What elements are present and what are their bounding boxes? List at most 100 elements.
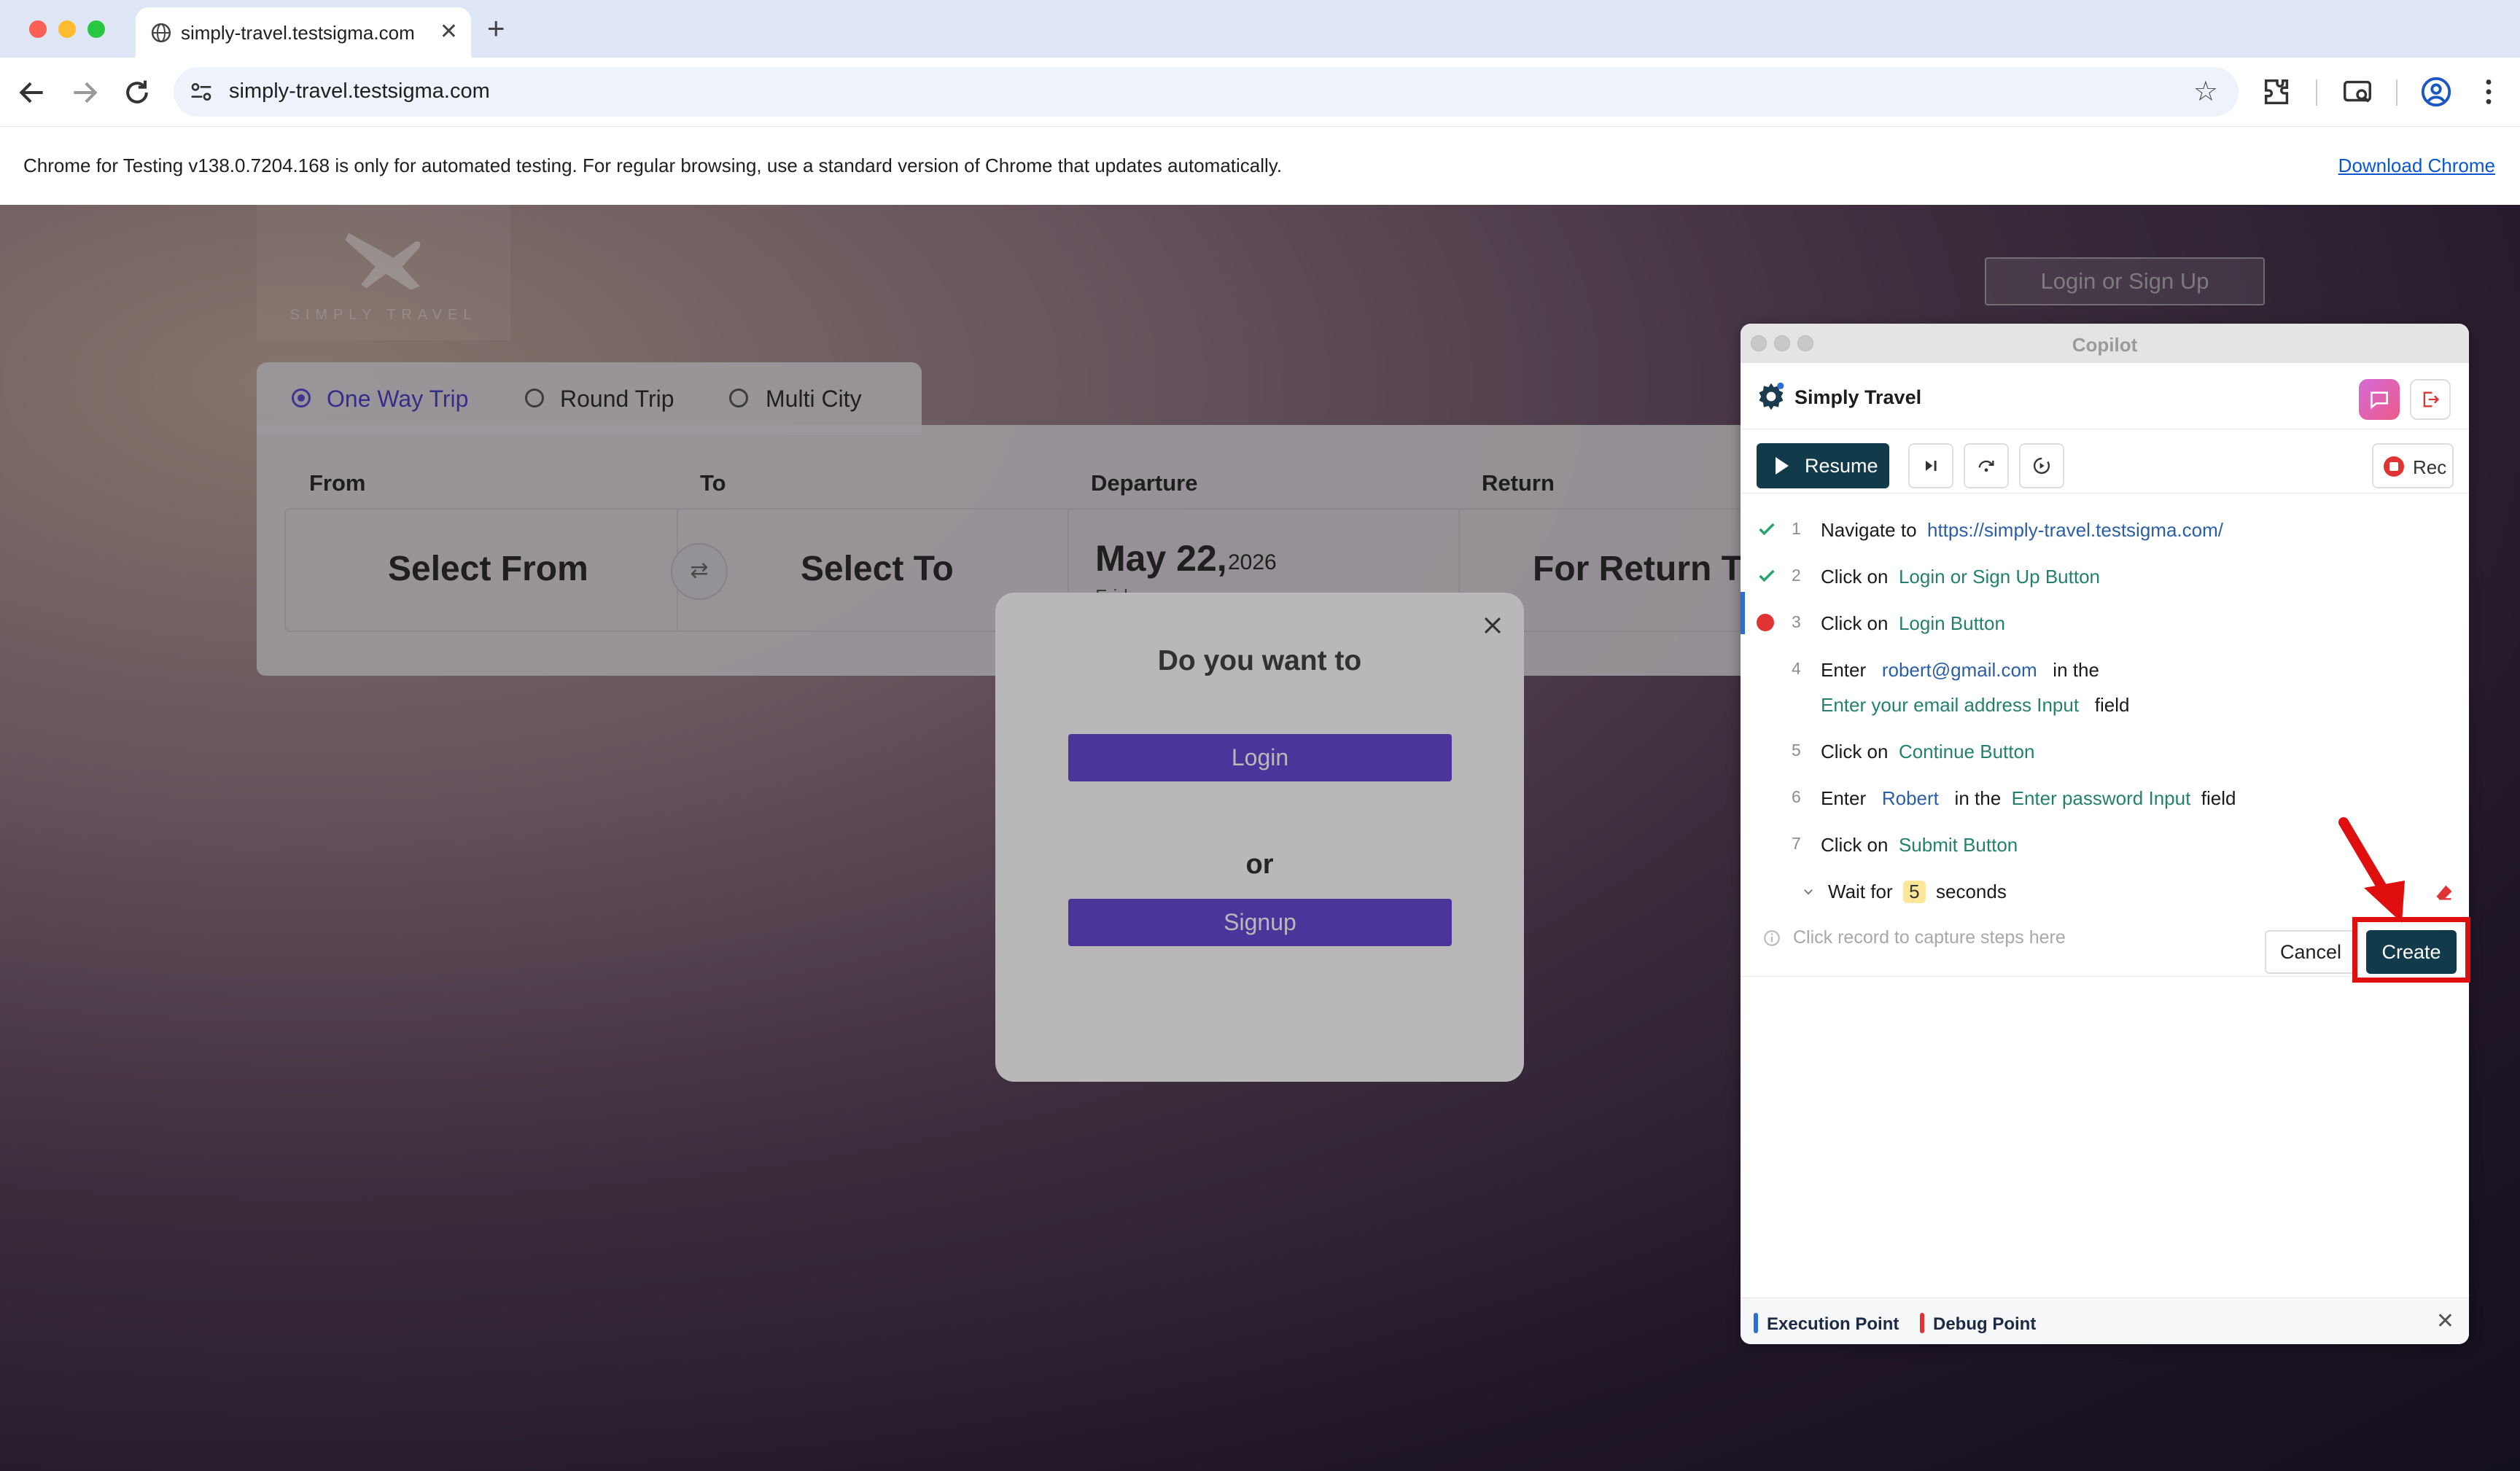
toolbar-divider [2316, 79, 2317, 106]
step-element[interactable]: Login Button [1899, 612, 2005, 634]
copilot-header: Simply Travel [1741, 363, 2469, 429]
departure-year: 2026 [1228, 550, 1277, 574]
copilot-title: Copilot [2072, 334, 2138, 356]
trip-type-selector: One Way Trip Round Trip Multi City [257, 362, 922, 435]
to-field[interactable]: Select To [801, 549, 954, 589]
reload-icon[interactable] [121, 77, 153, 109]
step-suffix: field [2201, 787, 2236, 809]
multi-city-radio[interactable] [729, 389, 748, 407]
wait-suffix: seconds [1935, 881, 2007, 902]
annotation-highlight-box [2352, 917, 2470, 983]
browser-tab-bar: simply-travel.testsigma.com ✕ + [0, 0, 2520, 58]
wait-seconds-value[interactable]: 5 [1903, 881, 1926, 903]
to-column-label: To [700, 470, 726, 496]
copilot-legend-footer: Execution Point Debug Point ✕ [1741, 1298, 2469, 1344]
record-icon [2384, 456, 2404, 477]
profile-icon[interactable] [2419, 75, 2453, 109]
bookmark-star-icon[interactable]: ☆ [2193, 77, 2218, 106]
round-trip-radio[interactable] [525, 389, 544, 407]
close-window-button[interactable] [29, 20, 47, 38]
step-number: 7 [1792, 834, 1801, 853]
resume-button[interactable]: Resume [1757, 443, 1889, 488]
step-action: Enter [1821, 659, 1867, 681]
departure-column-label: Departure [1091, 470, 1198, 496]
step-into-button[interactable] [1964, 443, 2009, 488]
step-element[interactable]: Enter your email address Input [1821, 694, 2079, 716]
from-field[interactable]: Select From [388, 549, 588, 589]
step-number: 4 [1792, 659, 1801, 678]
eraser-icon[interactable] [2433, 882, 2455, 902]
step-connector: in the [1954, 787, 2002, 809]
record-hint-text: Click record to capture steps here [1793, 927, 2066, 948]
tab-close-icon[interactable]: ✕ [440, 19, 458, 44]
info-bar-message: Chrome for Testing v138.0.7204.168 is on… [23, 155, 1283, 176]
copilot-controls: Resume Rec [1741, 429, 2469, 493]
modal-signup-button[interactable]: Signup [1068, 899, 1452, 946]
menu-kebab-icon[interactable] [2472, 75, 2505, 109]
step-value[interactable]: Robert [1882, 787, 1939, 809]
tab-title: simply-travel.testsigma.com [181, 22, 415, 44]
extensions-icon[interactable] [2260, 75, 2294, 109]
logo-text: SIMPLY TRAVEL [289, 307, 478, 323]
from-column-label: From [309, 470, 366, 496]
cast-search-icon[interactable] [2341, 75, 2374, 109]
back-icon[interactable] [16, 77, 48, 109]
new-tab-plus-icon[interactable]: + [487, 10, 505, 47]
chat-bubble-icon [2371, 391, 2388, 410]
step-action: Enter [1821, 787, 1867, 809]
breakpoint-dot-icon[interactable] [1757, 614, 1774, 631]
return-column-label: Return [1482, 470, 1555, 496]
minimize-window-button[interactable] [58, 20, 76, 38]
airplane-logo-icon [345, 233, 421, 290]
search-fields-row: Select From ⇄ Select To May 22, 2026 Fri… [284, 508, 1786, 632]
cancel-button[interactable]: Cancel [2265, 930, 2357, 974]
step-action: Click on [1821, 834, 1889, 856]
check-icon [1759, 569, 1775, 582]
step-value[interactable]: https://simply-travel.testsigma.com/ [1927, 519, 2223, 541]
step-element[interactable]: Continue Button [1899, 741, 2034, 762]
wait-prefix: Wait for [1828, 881, 1893, 902]
browser-toolbar: simply-travel.testsigma.com ☆ [0, 58, 2520, 126]
browser-tab[interactable]: simply-travel.testsigma.com ✕ [136, 7, 471, 58]
chevron-down-icon[interactable] [1802, 885, 1815, 898]
maximize-window-button[interactable] [88, 20, 105, 38]
one-way-label[interactable]: One Way Trip [327, 386, 468, 413]
execution-point-legend: Execution Point [1754, 1313, 1899, 1335]
address-bar[interactable]: simply-travel.testsigma.com ☆ [174, 67, 2239, 117]
exit-button[interactable] [2410, 379, 2451, 420]
departure-date[interactable]: May 22, [1095, 537, 1227, 580]
step-value[interactable]: robert@gmail.com [1882, 659, 2037, 681]
copilot-titlebar[interactable]: Copilot [1741, 324, 2469, 363]
resume-label: Resume [1805, 455, 1878, 477]
round-trip-label[interactable]: Round Trip [560, 386, 674, 413]
step-over-button[interactable] [1908, 443, 1953, 488]
one-way-radio[interactable] [292, 389, 311, 407]
ai-assistant-icon[interactable] [2359, 379, 2400, 420]
url-text: simply-travel.testsigma.com [229, 79, 490, 103]
step-number: 6 [1792, 787, 1801, 806]
site-logo[interactable]: SIMPLY TRAVEL [257, 205, 510, 340]
step-number: 2 [1792, 566, 1801, 585]
close-icon[interactable] [1480, 613, 1505, 638]
login-choice-modal: Do you want to Login or Signup [995, 593, 1524, 1082]
step-element[interactable]: Login or Sign Up Button [1899, 566, 2100, 588]
play-icon [1776, 457, 1789, 475]
site-info-icon[interactable] [190, 82, 213, 102]
modal-login-button[interactable]: Login [1068, 734, 1452, 781]
step-suffix: field [2094, 694, 2130, 716]
record-button[interactable]: Rec [2372, 443, 2454, 488]
step-action: Click on [1821, 566, 1889, 588]
modal-or-text: or [1245, 849, 1274, 880]
replay-button[interactable] [2019, 443, 2064, 488]
close-legend-icon[interactable]: ✕ [2436, 1308, 2454, 1334]
step-element[interactable]: Enter password Input [2012, 787, 2191, 809]
swap-cities-icon[interactable]: ⇄ [671, 543, 728, 600]
download-chrome-link[interactable]: Download Chrome [2338, 155, 2495, 177]
forward-icon[interactable] [69, 77, 101, 109]
login-signup-button[interactable]: Login or Sign Up [1985, 257, 2265, 305]
globe-icon [151, 23, 171, 43]
skip-next-icon [1926, 461, 1937, 471]
step-element[interactable]: Submit Button [1899, 834, 2018, 856]
multi-city-label[interactable]: Multi City [766, 386, 862, 413]
step-number: 1 [1792, 519, 1801, 538]
